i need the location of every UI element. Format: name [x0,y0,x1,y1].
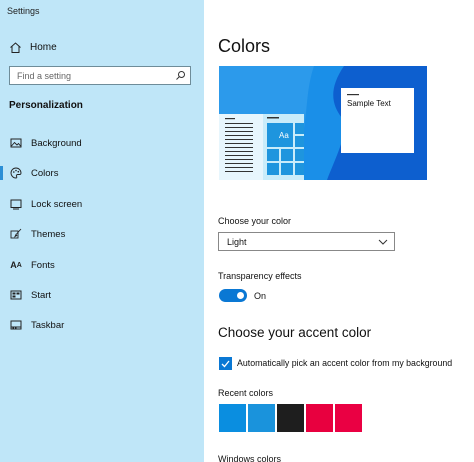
sidebar-item-themes[interactable]: Themes [0,223,204,245]
sidebar-item-label: Themes [31,228,66,240]
checkmark-icon [221,360,230,367]
sidebar-item-label: Taskbar [31,319,65,331]
main-content: Colors Aa Sample Text Choose your color … [204,0,474,462]
search-input[interactable] [10,68,173,83]
window-title: Settings [7,6,40,16]
transparency-label: Transparency effects [218,271,302,281]
sidebar-item-taskbar[interactable]: Taskbar [0,314,204,336]
recent-color-swatch[interactable] [248,404,275,432]
choose-color-value: Light [227,236,247,247]
taskbar-icon [9,318,23,332]
chevron-down-icon [377,236,389,248]
search-icon[interactable] [173,69,187,83]
recent-color-swatch[interactable] [219,404,246,432]
sidebar-item-background[interactable]: Background [0,132,204,154]
section-heading-personalization: Personalization [9,100,83,111]
home-nav-item[interactable]: Home [8,39,57,55]
sidebar-item-label: Lock screen [31,198,83,210]
recent-color-swatch[interactable] [335,404,362,432]
selection-indicator [0,166,3,180]
windows-colors-label: Windows colors [218,454,282,462]
home-label: Home [30,41,57,53]
sidebar-item-start[interactable]: Start [0,284,204,306]
sidebar-item-label: Start [31,289,52,301]
sidebar: Settings Home Personalization Background… [0,0,204,462]
sidebar-item-lock-screen[interactable]: Lock screen [0,193,204,215]
recent-color-swatch[interactable] [277,404,304,432]
picture-icon [9,136,23,150]
transparency-toggle[interactable] [219,289,247,302]
home-icon [8,40,22,54]
color-preview: Aa Sample Text [219,66,427,180]
recent-colors-label: Recent colors [218,388,274,398]
recent-colors-swatches [219,404,364,432]
sidebar-item-colors[interactable]: Colors [0,162,204,184]
transparency-state: On [254,291,267,301]
toggle-knob [237,292,244,299]
auto-pick-accent-checkbox[interactable] [219,357,232,370]
auto-pick-accent-label[interactable]: Automatically pick an accent color from … [237,358,452,368]
sidebar-item-label: Fonts [31,259,55,271]
sidebar-item-label: Colors [31,167,59,179]
recent-color-swatch[interactable] [306,404,333,432]
brush-icon [9,227,23,241]
font-icon: AA [10,260,22,270]
search-box[interactable] [9,66,191,85]
preview-sample-text: Sample Text [347,99,391,108]
sidebar-item-fonts[interactable]: AA Fonts [0,254,204,276]
palette-icon [9,166,23,180]
choose-color-label: Choose your color [218,216,292,226]
sidebar-item-label: Background [31,137,82,149]
choose-color-dropdown[interactable]: Light [218,232,395,251]
start-icon [9,288,23,302]
preview-tile-label: Aa [279,131,289,140]
lock-screen-icon [9,197,23,211]
page-title: Colors [218,36,271,56]
accent-color-heading: Choose your accent color [218,325,372,340]
